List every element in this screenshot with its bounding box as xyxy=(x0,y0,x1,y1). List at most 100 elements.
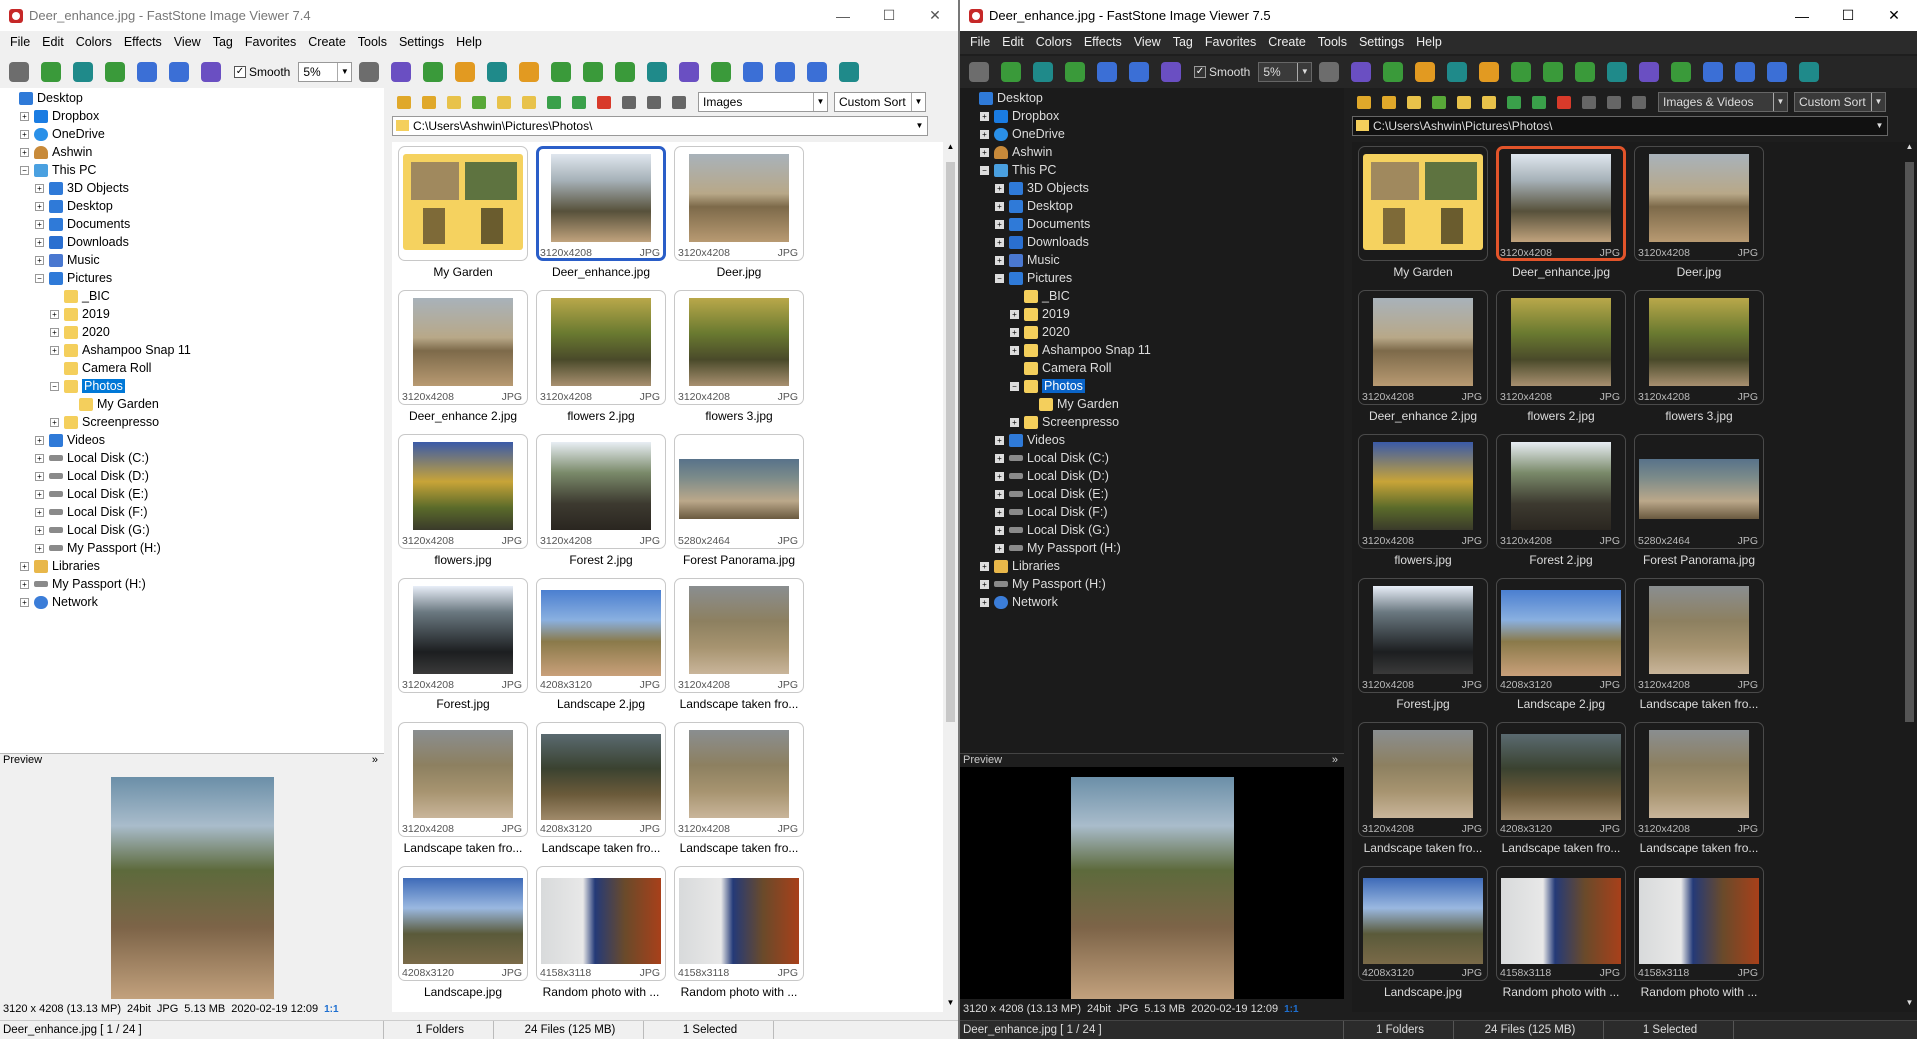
up-folder-button[interactable] xyxy=(442,92,465,112)
filter-select[interactable]: Images & Videos ▼ xyxy=(1658,92,1788,112)
sort-select[interactable]: Custom Sort ▼ xyxy=(1794,92,1886,112)
rotate-left-button[interactable] xyxy=(1538,58,1568,86)
expand-icon[interactable]: + xyxy=(50,309,59,319)
folder-button[interactable] xyxy=(996,58,1026,86)
menu-file[interactable]: File xyxy=(964,31,996,54)
rotate-right-button[interactable] xyxy=(1570,58,1600,86)
tree-item[interactable]: +2019 xyxy=(50,305,110,323)
tree-item[interactable]: + Screenpresso xyxy=(1010,413,1119,431)
back-button[interactable] xyxy=(392,92,415,112)
tree-item[interactable]: +3D Objects xyxy=(35,179,129,197)
scroll-up-icon[interactable]: ▲ xyxy=(1902,142,1917,156)
thumbnail[interactable]: 3120x4208 JPG flowers 3.jpg xyxy=(1634,290,1764,423)
tree-item[interactable]: + Ashwin xyxy=(980,143,1052,161)
refresh-button[interactable] xyxy=(1502,92,1525,112)
thumbnail[interactable]: 3120x4208 JPG Deer_enhance 2.jpg xyxy=(1358,290,1488,423)
thumbnail[interactable]: 3120x4208 JPG Landscape taken fro... xyxy=(674,578,804,711)
expand-icon[interactable]: + xyxy=(35,201,44,211)
copy-to-button[interactable] xyxy=(1452,92,1475,112)
tree-item[interactable]: + My Passport (H:) xyxy=(20,575,146,593)
thumbnail[interactable]: 4158x3118 JPG Random photo with ... xyxy=(536,866,666,999)
actual-size-button[interactable] xyxy=(1156,58,1186,86)
ratio-button[interactable]: 1:1 xyxy=(1284,1004,1298,1015)
tree-item[interactable]: Camera Roll xyxy=(50,359,151,377)
menu-tag[interactable]: Tag xyxy=(1167,31,1199,54)
expand-icon[interactable]: + xyxy=(995,543,1004,553)
thumbnail[interactable]: 5280x2464 JPG Forest Panorama.jpg xyxy=(674,434,804,567)
expand-icon[interactable]: + xyxy=(20,561,29,571)
expand-icon[interactable]: + xyxy=(35,507,44,517)
tree-item[interactable]: + Libraries xyxy=(980,557,1060,575)
tree-item[interactable]: + OneDrive xyxy=(980,125,1065,143)
expand-icon[interactable]: + xyxy=(50,417,59,427)
tree-item[interactable]: + Downloads xyxy=(35,233,129,251)
vertical-scrollbar[interactable]: ▲ ▼ xyxy=(1902,142,1917,1012)
tree-item[interactable]: + Libraries xyxy=(20,557,100,575)
expand-icon[interactable]: + xyxy=(980,111,989,121)
compare-button[interactable] xyxy=(1602,58,1632,86)
back-button[interactable] xyxy=(1352,92,1375,112)
expand-icon[interactable]: + xyxy=(995,507,1004,517)
expand-icon[interactable]: + xyxy=(980,147,989,157)
tree-item[interactable]: + Documents xyxy=(35,215,130,233)
expand-icon[interactable]: + xyxy=(35,525,44,535)
thumbnail[interactable]: 3120x4208 JPG flowers.jpg xyxy=(1358,434,1488,567)
expand-icon[interactable]: + xyxy=(35,237,44,247)
menu-view[interactable]: View xyxy=(1128,31,1167,54)
tree-item[interactable]: + Dropbox xyxy=(20,107,99,125)
tree-item[interactable]: +2019 xyxy=(1010,305,1070,323)
thumbnail[interactable]: 3120x4208 JPG flowers 2.jpg xyxy=(536,290,666,423)
menu-edit[interactable]: Edit xyxy=(36,31,70,54)
layout-2-button[interactable] xyxy=(1730,58,1760,86)
fullscreen-button[interactable] xyxy=(834,58,864,86)
layout-3-button[interactable] xyxy=(1762,58,1792,86)
tree-item[interactable]: + Dropbox xyxy=(980,107,1059,125)
thumb-size-button[interactable] xyxy=(1577,92,1600,112)
print-button[interactable] xyxy=(674,58,704,86)
thumbnail[interactable]: 3120x4208 JPG flowers 2.jpg xyxy=(1496,290,1626,423)
new-folder-button[interactable] xyxy=(467,92,490,112)
crop-button[interactable] xyxy=(450,58,480,86)
expand-icon[interactable]: + xyxy=(995,435,1004,445)
chevron-down-icon[interactable]: ▼ xyxy=(912,117,927,135)
tree-item[interactable]: + Desktop xyxy=(995,197,1073,215)
thumbnail[interactable]: 4208x3120 JPG Landscape 2.jpg xyxy=(1496,578,1626,711)
expand-icon[interactable]: + xyxy=(35,453,44,463)
tree-item[interactable]: + Videos xyxy=(995,431,1065,449)
expand-icon[interactable]: + xyxy=(995,453,1004,463)
scroll-thumb[interactable] xyxy=(1905,162,1914,722)
fullscreen-button[interactable] xyxy=(1794,58,1824,86)
menu-colors[interactable]: Colors xyxy=(1030,31,1078,54)
menu-favorites[interactable]: Favorites xyxy=(1199,31,1262,54)
smooth-checkbox[interactable]: ✓ Smooth xyxy=(1194,65,1250,79)
tree-item[interactable]: _BIC xyxy=(1010,287,1070,305)
expand-icon[interactable]: + xyxy=(35,219,44,229)
chevron-down-icon[interactable]: ▼ xyxy=(1773,93,1787,111)
zoom-out-button[interactable] xyxy=(164,58,194,86)
tree-item[interactable]: + Videos xyxy=(35,431,105,449)
zoom-select[interactable]: 5% ▼ xyxy=(1258,62,1313,82)
move-to-button[interactable] xyxy=(517,92,540,112)
batch-button[interactable] xyxy=(1378,58,1408,86)
thumbnail[interactable]: 4208x3120 JPG Landscape taken fro... xyxy=(536,722,666,855)
actual-size-button[interactable] xyxy=(196,58,226,86)
adjust-button[interactable] xyxy=(1474,58,1504,86)
forward-button[interactable] xyxy=(1377,92,1400,112)
tree-item[interactable]: + Local Disk (E:) xyxy=(995,485,1108,503)
thumbnail[interactable]: 5280x2464 JPG Forest Panorama.jpg xyxy=(1634,434,1764,567)
menu-view[interactable]: View xyxy=(168,31,207,54)
thumbnail[interactable]: 3120x4208 JPG flowers 3.jpg xyxy=(674,290,804,423)
expand-icon[interactable]: + xyxy=(995,201,1004,211)
menu-create[interactable]: Create xyxy=(302,31,352,54)
tree-item[interactable]: + Local Disk (F:) xyxy=(995,503,1108,521)
expand-icon[interactable]: + xyxy=(1010,417,1019,427)
tree-item[interactable]: − This PC xyxy=(20,161,96,179)
chevron-down-icon[interactable]: ▼ xyxy=(911,93,925,111)
thumbnail[interactable]: 3120x4208 JPG Landscape taken fro... xyxy=(1634,578,1764,711)
collapse-icon[interactable]: » xyxy=(372,754,378,767)
tree-item[interactable]: _BIC xyxy=(50,287,110,305)
chevron-down-icon[interactable]: ▼ xyxy=(1297,63,1311,81)
folder-button[interactable] xyxy=(36,58,66,86)
expand-icon[interactable]: + xyxy=(35,489,44,499)
delete-button[interactable] xyxy=(1552,92,1575,112)
